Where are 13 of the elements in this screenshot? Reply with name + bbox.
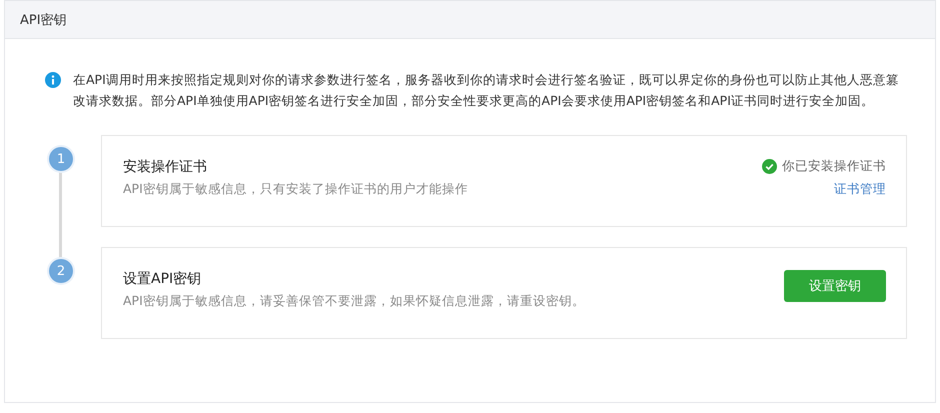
step-number: 2 bbox=[49, 259, 73, 283]
notice-text: 在API调用时用来按照指定规则对你的请求参数进行签名，服务器收到你的请求时会进行签名验证，既可以界定你的身份也可以防止其他人恶意篡改请求数据。部分API单独使用API密钥签名进行安全加固，部分安全性要求更高的API会要求使用API密钥签名和API证书同时进行安全加固。 bbox=[73, 71, 900, 110]
status-text: 你已安装操作证书 bbox=[782, 158, 886, 175]
certificate-link[interactable]: 证书管理 bbox=[834, 181, 886, 198]
step-title: 安装操作证书 bbox=[123, 158, 208, 176]
check-icon bbox=[762, 159, 777, 174]
info-icon bbox=[45, 72, 61, 88]
step-number: 1 bbox=[49, 147, 73, 171]
set-key-button[interactable]: 设置密钥 bbox=[784, 270, 886, 302]
section-title: API密钥 bbox=[20, 12, 67, 28]
step-description: API密钥属于敏感信息，只有安装了操作证书的用户才能操作 bbox=[123, 181, 468, 198]
step-title: 设置API密钥 bbox=[123, 270, 202, 288]
step-description: API密钥属于敏感信息，请妥善保管不要泄露，如果怀疑信息泄露，请重设密钥。 bbox=[123, 293, 585, 310]
